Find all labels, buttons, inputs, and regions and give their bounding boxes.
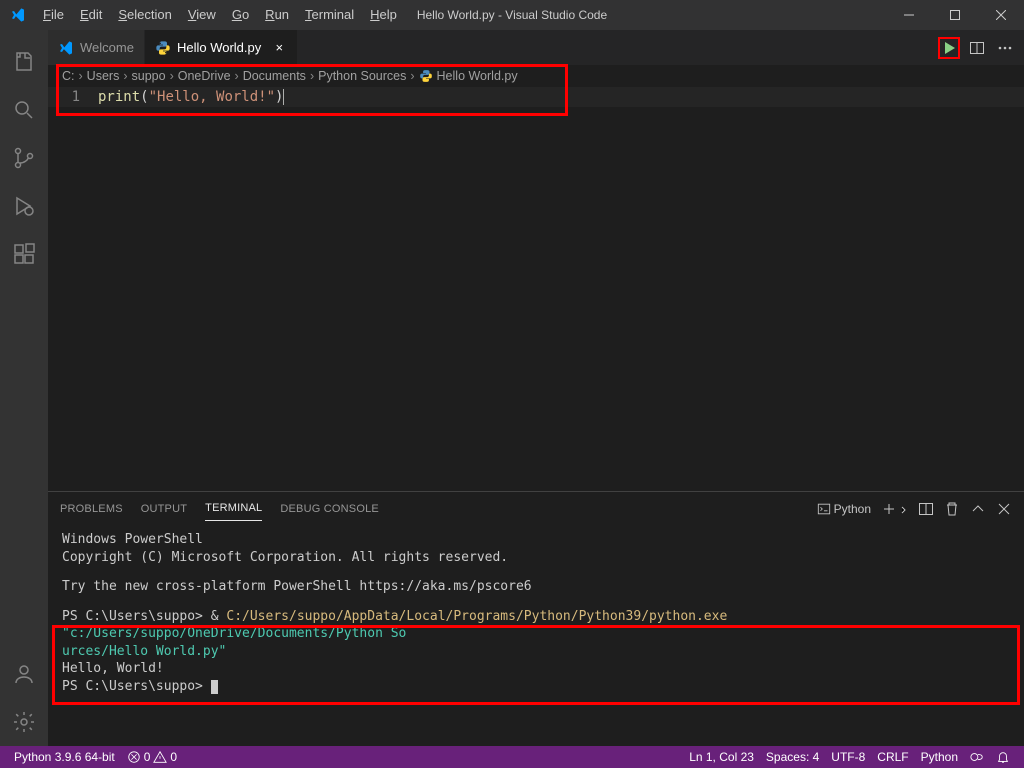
panel-tab-output[interactable]: OUTPUT: [141, 497, 187, 521]
breadcrumb-item[interactable]: Python Sources: [318, 69, 406, 83]
menu-edit[interactable]: Edit: [72, 0, 110, 30]
split-editor-icon[interactable]: [966, 37, 988, 59]
explorer-icon[interactable]: [0, 38, 48, 86]
code-editor[interactable]: 1 print("Hello, World!"): [48, 87, 1024, 107]
settings-icon[interactable]: [0, 698, 48, 746]
minimize-button[interactable]: [886, 0, 932, 30]
menu-terminal[interactable]: Terminal: [297, 0, 362, 30]
maximize-button[interactable]: [932, 0, 978, 30]
menu-go[interactable]: Go: [224, 0, 257, 30]
search-icon[interactable]: [0, 86, 48, 134]
vscode-logo-icon: [0, 7, 35, 23]
close-panel-icon[interactable]: [996, 501, 1012, 517]
tab-close-icon[interactable]: ×: [271, 40, 287, 55]
titlebar: File Edit Selection View Go Run Terminal…: [0, 0, 1024, 30]
panel-tab-problems[interactable]: PROBLEMS: [60, 497, 123, 521]
terminal-line: PS C:\Users\suppo> & C:/Users/suppo/AppD…: [62, 608, 1010, 643]
terminal-output: Hello, World!: [62, 660, 1010, 678]
terminal-line: Windows PowerShell: [62, 531, 1010, 549]
status-feedback-icon[interactable]: [964, 750, 990, 764]
vscode-icon: [58, 40, 74, 56]
status-language[interactable]: Python: [915, 750, 964, 764]
panel-tabs: PROBLEMS OUTPUT TERMINAL DEBUG CONSOLE P…: [48, 492, 1024, 525]
window-title: Hello World.py - Visual Studio Code: [417, 8, 607, 22]
menu-selection[interactable]: Selection: [110, 0, 179, 30]
status-indentation[interactable]: Spaces: 4: [760, 750, 825, 764]
breadcrumb[interactable]: C:› Users› suppo› OneDrive› Documents› P…: [48, 65, 1024, 87]
window-controls: [886, 0, 1024, 30]
activity-bar: [0, 30, 48, 746]
terminal-line: urces/Hello World.py": [62, 643, 1010, 661]
panel-tab-debug-console[interactable]: DEBUG CONSOLE: [280, 497, 379, 521]
menu-file[interactable]: File: [35, 0, 72, 30]
breadcrumb-item[interactable]: suppo: [132, 69, 166, 83]
statusbar: Python 3.9.6 64-bit 0 0 Ln 1, Col 23 Spa…: [0, 746, 1024, 768]
status-eol[interactable]: CRLF: [871, 750, 914, 764]
breadcrumb-item[interactable]: OneDrive: [178, 69, 231, 83]
tab-welcome[interactable]: Welcome: [48, 30, 145, 65]
kill-terminal-icon[interactable]: [944, 501, 960, 517]
menu-view[interactable]: View: [180, 0, 224, 30]
editor-tabs: Welcome Hello World.py ×: [48, 30, 1024, 65]
close-button[interactable]: [978, 0, 1024, 30]
run-file-button[interactable]: [938, 37, 960, 59]
terminal-line: Try the new cross-platform PowerShell ht…: [62, 578, 1010, 596]
new-terminal-icon[interactable]: [881, 501, 908, 517]
split-terminal-icon[interactable]: [918, 501, 934, 517]
terminal-line: PS C:\Users\suppo>: [62, 678, 1010, 696]
extensions-icon[interactable]: [0, 230, 48, 278]
breadcrumb-item[interactable]: Documents: [243, 69, 306, 83]
menu-help[interactable]: Help: [362, 0, 405, 30]
terminal[interactable]: Windows PowerShell Copyright (C) Microso…: [48, 525, 1024, 746]
python-file-icon: [419, 69, 433, 83]
terminal-line: Copyright (C) Microsoft Corporation. All…: [62, 549, 1010, 567]
panel: PROBLEMS OUTPUT TERMINAL DEBUG CONSOLE P…: [48, 491, 1024, 746]
menu-run[interactable]: Run: [257, 0, 297, 30]
run-debug-icon[interactable]: [0, 182, 48, 230]
status-notifications-icon[interactable]: [990, 750, 1016, 764]
breadcrumb-item[interactable]: C:: [62, 69, 75, 83]
code-line[interactable]: print("Hello, World!"): [98, 89, 284, 105]
tab-hello-world[interactable]: Hello World.py ×: [145, 30, 298, 65]
terminal-shell-selector[interactable]: Python: [817, 502, 871, 516]
source-control-icon[interactable]: [0, 134, 48, 182]
line-number: 1: [48, 89, 98, 105]
accounts-icon[interactable]: [0, 650, 48, 698]
maximize-panel-icon[interactable]: [970, 501, 986, 517]
tab-label: Hello World.py: [177, 40, 261, 55]
status-problems[interactable]: 0 0: [121, 750, 183, 764]
python-file-icon: [155, 40, 171, 56]
tab-label: Welcome: [80, 40, 134, 55]
breadcrumb-item[interactable]: Users: [87, 69, 120, 83]
menu-bar: File Edit Selection View Go Run Terminal…: [35, 0, 405, 30]
panel-tab-terminal[interactable]: TERMINAL: [205, 496, 262, 521]
status-encoding[interactable]: UTF-8: [825, 750, 871, 764]
more-actions-icon[interactable]: [994, 37, 1016, 59]
breadcrumb-item[interactable]: Hello World.py: [437, 69, 518, 83]
editor-area: Welcome Hello World.py ×: [48, 30, 1024, 746]
status-python-version[interactable]: Python 3.9.6 64-bit: [8, 750, 121, 764]
status-cursor-position[interactable]: Ln 1, Col 23: [683, 750, 760, 764]
